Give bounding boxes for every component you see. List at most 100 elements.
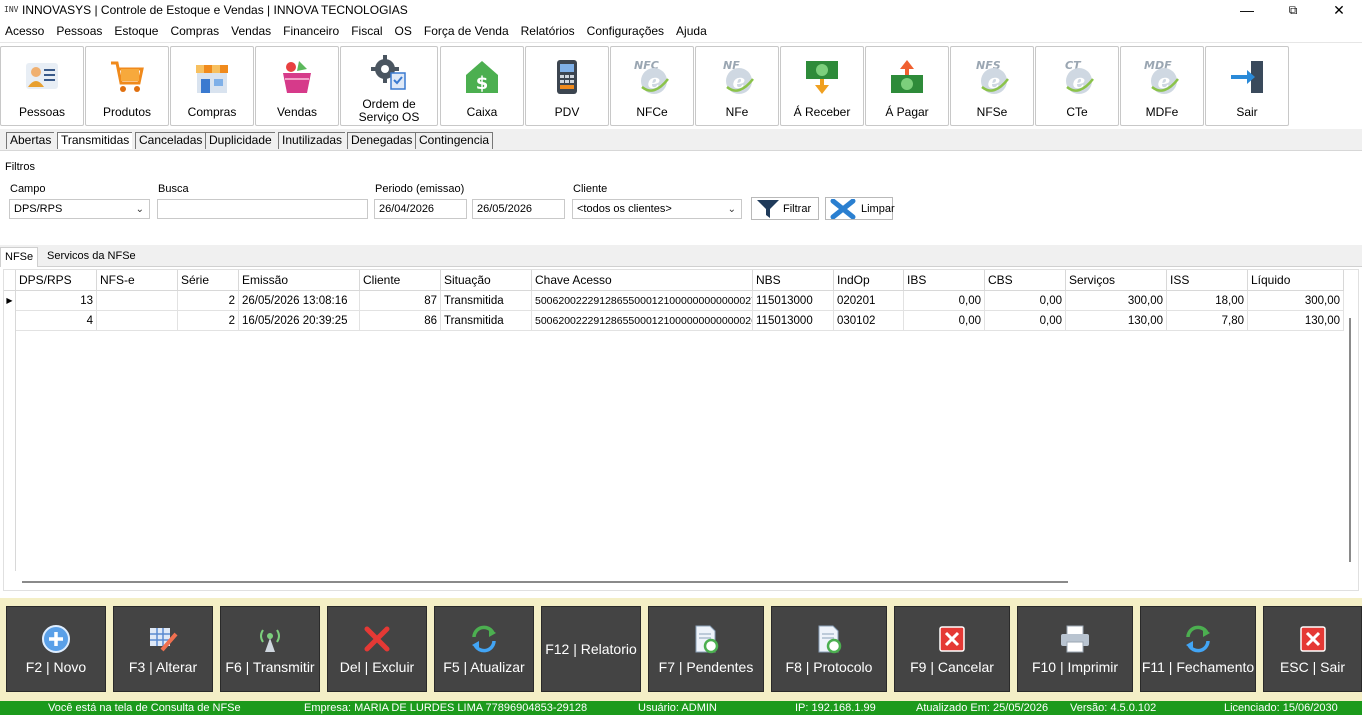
column-header[interactable]: Serviços <box>1066 270 1167 291</box>
cell-emissao: 16/05/2026 20:39:25 <box>239 311 360 331</box>
novo-button[interactable]: F2 | Novo <box>6 606 106 692</box>
toolbar-nfce-button[interactable]: NFC e NFCe <box>610 46 694 126</box>
toolbar-caixa-button[interactable]: $ Caixa <box>440 46 524 126</box>
column-header[interactable]: Cliente <box>360 270 441 291</box>
horizontal-scrollbar[interactable] <box>22 581 1068 583</box>
tab-denegadas[interactable]: Denegadas <box>347 132 416 149</box>
tab-canceladas[interactable]: Canceladas <box>135 132 206 149</box>
column-header[interactable]: Situação <box>441 270 532 291</box>
cte-icon: CT e <box>1055 55 1099 99</box>
toolbar-pdv-button[interactable]: PDV <box>525 46 609 126</box>
campo-select[interactable]: DPS/RPS ⌄ <box>9 199 150 219</box>
column-header[interactable]: Série <box>178 270 239 291</box>
column-header[interactable]: NBS <box>753 270 834 291</box>
cliente-select[interactable]: <todos os clientes> ⌄ <box>572 199 742 219</box>
row-indicator-column <box>4 331 16 571</box>
menu-configuracoes[interactable]: Configurações <box>582 24 671 38</box>
cancelar-label: F9 | Cancelar <box>910 659 994 675</box>
menu-compras[interactable]: Compras <box>165 24 226 38</box>
toolbar-compras-button[interactable]: Compras <box>170 46 254 126</box>
cell-emissao: 26/05/2026 13:08:16 <box>239 291 360 311</box>
vertical-scrollbar[interactable] <box>1344 270 1358 570</box>
toolbar-label: NFe <box>725 105 749 119</box>
column-header[interactable]: IndOp <box>834 270 904 291</box>
tab-transmitidas[interactable]: Transmitidas <box>57 132 133 149</box>
toolbar-pessoas-button[interactable]: Pessoas <box>0 46 84 126</box>
imprimir-button[interactable]: F10 | Imprimir <box>1017 606 1133 692</box>
data-fim-input[interactable]: 26/05/2026 <box>472 199 565 219</box>
excluir-button[interactable]: Del | Excluir <box>327 606 427 692</box>
sair-button[interactable]: ESC | Sair <box>1263 606 1362 692</box>
status-tabs: Abertas Transmitidas Canceladas Duplicid… <box>0 129 1362 151</box>
tab-duplicidade[interactable]: Duplicidade <box>205 132 275 149</box>
toolbar-label: Vendas <box>276 105 318 119</box>
menu-forca-de-venda[interactable]: Força de Venda <box>419 24 516 38</box>
toolbar-nfse-button[interactable]: NFS e NFSe <box>950 46 1034 126</box>
menu-pessoas[interactable]: Pessoas <box>51 24 109 38</box>
protocolo-button[interactable]: F8 | Protocolo <box>771 606 887 692</box>
table-row[interactable]: ▶ 13 2 26/05/2026 13:08:16 87 Transmitid… <box>4 291 1344 311</box>
imprimir-label: F10 | Imprimir <box>1031 659 1119 675</box>
cell-nfse <box>97 291 178 311</box>
status-usuario: Usuário: ADMIN <box>638 702 717 714</box>
menu-financeiro[interactable]: Financeiro <box>278 24 346 38</box>
maximize-button[interactable]: ⧉ <box>1270 0 1316 20</box>
column-header[interactable]: IBS <box>904 270 985 291</box>
column-header[interactable]: Líquido <box>1248 270 1344 291</box>
menu-estoque[interactable]: Estoque <box>109 24 165 38</box>
scrollbar-thumb[interactable] <box>1349 318 1351 562</box>
transmitir-button[interactable]: F6 | Transmitir <box>220 606 320 692</box>
alterar-button[interactable]: F3 | Alterar <box>113 606 213 692</box>
minimize-button[interactable]: — <box>1224 0 1270 20</box>
menu-vendas[interactable]: Vendas <box>226 24 278 38</box>
current-row-indicator-icon: ▶ <box>4 291 16 311</box>
toolbar-a-receber-button[interactable]: Á Receber <box>780 46 864 126</box>
close-button[interactable]: ✕ <box>1316 0 1362 20</box>
menu-relatorios[interactable]: Relatórios <box>516 24 582 38</box>
tab-contingencia[interactable]: Contingencia <box>415 132 494 149</box>
column-header[interactable]: Chave Acesso <box>532 270 753 291</box>
atualizar-button[interactable]: F5 | Atualizar <box>434 606 534 692</box>
column-header[interactable]: NFS-e <box>97 270 178 291</box>
toolbar-nfe-button[interactable]: NF e NFe <box>695 46 779 126</box>
data-inicio-input[interactable]: 26/04/2026 <box>374 199 467 219</box>
red-square-x-icon <box>936 623 968 655</box>
toolbar-mdfe-button[interactable]: MDF e MDFe <box>1120 46 1204 126</box>
relatorio-button[interactable]: F12 | Relatorio <box>541 606 641 692</box>
cell-liquido: 130,00 <box>1248 311 1344 331</box>
table-row[interactable]: 4 2 16/05/2026 20:39:25 86 Transmitida 5… <box>4 311 1344 331</box>
menu-ajuda[interactable]: Ajuda <box>671 24 714 38</box>
nfse-grid: DPS/RPS NFS-e Série Emissão Cliente Situ… <box>3 269 1359 591</box>
busca-input[interactable] <box>157 199 368 219</box>
window-title: INNOVASYS | Controle de Estoque e Vendas… <box>22 3 408 17</box>
tab-nfse[interactable]: NFSe <box>0 247 39 267</box>
toolbar-cte-button[interactable]: CT e CTe <box>1035 46 1119 126</box>
toolbar-label: Produtos <box>102 105 152 119</box>
toolbar-vendas-button[interactable]: Vendas <box>255 46 339 126</box>
filtrar-button[interactable]: Filtrar <box>751 197 819 220</box>
toolbar-label: NFSe <box>976 105 1008 119</box>
menu-acesso[interactable]: Acesso <box>0 24 51 38</box>
toolbar-a-pagar-button[interactable]: Á Pagar <box>865 46 949 126</box>
cancelar-button[interactable]: F9 | Cancelar <box>894 606 1010 692</box>
toolbar-ordem-servico-button[interactable]: Ordem de Serviço OS <box>340 46 438 126</box>
toolbar-produtos-button[interactable]: Produtos <box>85 46 169 126</box>
pay-money-icon <box>885 55 929 99</box>
cell-cliente: 86 <box>360 311 441 331</box>
toolbar-label: MDFe <box>1145 105 1179 119</box>
tab-abertas[interactable]: Abertas <box>6 132 55 149</box>
column-header[interactable]: ISS <box>1167 270 1248 291</box>
tab-inutilizadas[interactable]: Inutilizadas <box>278 132 346 149</box>
pendentes-button[interactable]: F7 | Pendentes <box>648 606 764 692</box>
column-header[interactable]: CBS <box>985 270 1066 291</box>
column-header[interactable]: Emissão <box>239 270 360 291</box>
toolbar-sair-button[interactable]: Sair <box>1205 46 1289 126</box>
menu-fiscal[interactable]: Fiscal <box>346 24 389 38</box>
limpar-button[interactable]: Limpar <box>825 197 895 220</box>
column-header[interactable]: DPS/RPS <box>16 270 97 291</box>
menu-os[interactable]: OS <box>390 24 419 38</box>
cell-nfse <box>97 311 178 331</box>
tab-servicos-nfse[interactable]: Servicos da NFSe <box>43 247 140 267</box>
status-bar: Você está na tela de Consulta de NFSe Em… <box>0 701 1362 715</box>
fechamento-button[interactable]: F11 | Fechamento <box>1140 606 1256 692</box>
